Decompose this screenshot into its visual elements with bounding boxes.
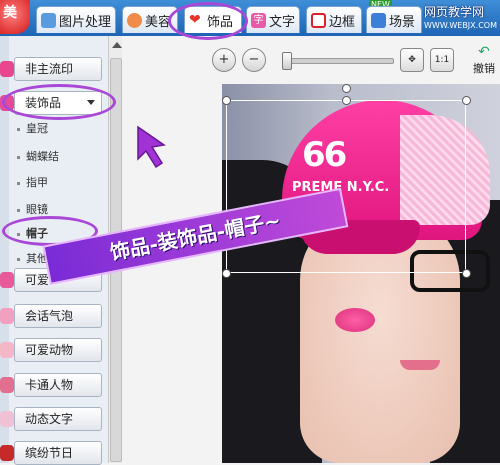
fit-icon: ✥ [408, 55, 416, 65]
category-speech-bubbles[interactable]: 会话气泡 [14, 304, 102, 328]
highlight-ring-tab [168, 2, 248, 40]
actual-size-icon: 1:1 [434, 55, 450, 65]
scroll-up-arrow-icon[interactable] [112, 42, 122, 48]
app-logo[interactable]: 美 [0, 0, 30, 34]
face-icon [127, 12, 142, 28]
category-label: 卡通人物 [25, 378, 74, 392]
zoom-slider[interactable] [282, 58, 394, 64]
rotate-handle[interactable] [342, 84, 351, 93]
text-icon: 字 [251, 12, 266, 28]
app-logo-text: 美 [3, 5, 17, 21]
zoom-out-icon: − [248, 52, 260, 67]
frame-icon [311, 12, 326, 28]
highlight-ring-category [2, 84, 116, 120]
subitem-glasses[interactable]: 眼镜 [17, 201, 48, 217]
undo-button[interactable]: ↶ 撤销 [470, 44, 498, 76]
category-festivals[interactable]: 缤纷节日 [14, 441, 102, 465]
resize-handle[interactable] [222, 96, 231, 105]
photo-mouth [400, 360, 440, 370]
category-cartoon-characters[interactable]: 卡通人物 [14, 373, 102, 397]
zoom-in-icon: + [218, 52, 230, 67]
pointer-arrow-icon [137, 125, 166, 169]
cute-icon [0, 272, 14, 288]
subitem-nails[interactable]: 指甲 [17, 174, 48, 190]
tab-text[interactable]: 字文字 [246, 6, 300, 33]
subitem-bow[interactable]: 蝴蝶结 [17, 148, 59, 164]
tab-label: 边框 [329, 14, 356, 30]
rabbit-icon [0, 342, 14, 358]
tab-label: 场景 [389, 14, 416, 30]
tab-label: 文字 [269, 14, 296, 30]
tab-scene[interactable]: 场景 [366, 6, 422, 33]
tab-frame[interactable]: 边框 [306, 6, 362, 33]
category-animated-text[interactable]: 动态文字 [14, 407, 102, 431]
resize-handle[interactable] [342, 96, 351, 105]
resize-handle[interactable] [462, 269, 471, 278]
category-label: 可爱动物 [25, 343, 74, 357]
subitem-crown[interactable]: 皇冠 [17, 120, 48, 136]
zoom-out-button[interactable]: − [242, 48, 266, 72]
resize-handle[interactable] [222, 269, 231, 278]
category-label: 动态文字 [25, 412, 74, 426]
undo-label: 撤销 [473, 62, 495, 75]
category-label: 可爱 [25, 273, 50, 287]
zoom-in-button[interactable]: + [212, 48, 236, 72]
zoom-slider-handle[interactable] [282, 52, 292, 70]
fit-to-window-button[interactable]: ✥ [400, 48, 424, 72]
actual-size-button[interactable]: 1:1 [430, 48, 454, 72]
speech-bubble-icon [0, 308, 14, 324]
selection-box[interactable] [226, 100, 466, 273]
tab-image-processing[interactable]: 图片处理 [36, 6, 116, 33]
cartoon-character-icon [0, 377, 14, 393]
festival-icon [0, 445, 14, 461]
lips-sticker[interactable] [335, 308, 375, 332]
category-non-mainstream[interactable]: 非主流印 [14, 57, 102, 81]
category-label: 非主流印 [25, 62, 74, 76]
watermark-url: WWW.WEBJX.COM [424, 21, 497, 30]
category-label: 会话气泡 [25, 309, 74, 323]
lips-icon [0, 61, 14, 77]
category-cute-animals[interactable]: 可爱动物 [14, 338, 102, 362]
animated-text-icon [0, 411, 14, 427]
undo-icon: ↶ [478, 44, 490, 60]
tab-label: 图片处理 [59, 14, 112, 30]
watermark-text: 网页教学网 [424, 5, 485, 19]
scene-icon [371, 12, 386, 28]
category-label: 缤纷节日 [25, 446, 74, 460]
image-icon [41, 12, 56, 28]
resize-handle[interactable] [462, 96, 471, 105]
